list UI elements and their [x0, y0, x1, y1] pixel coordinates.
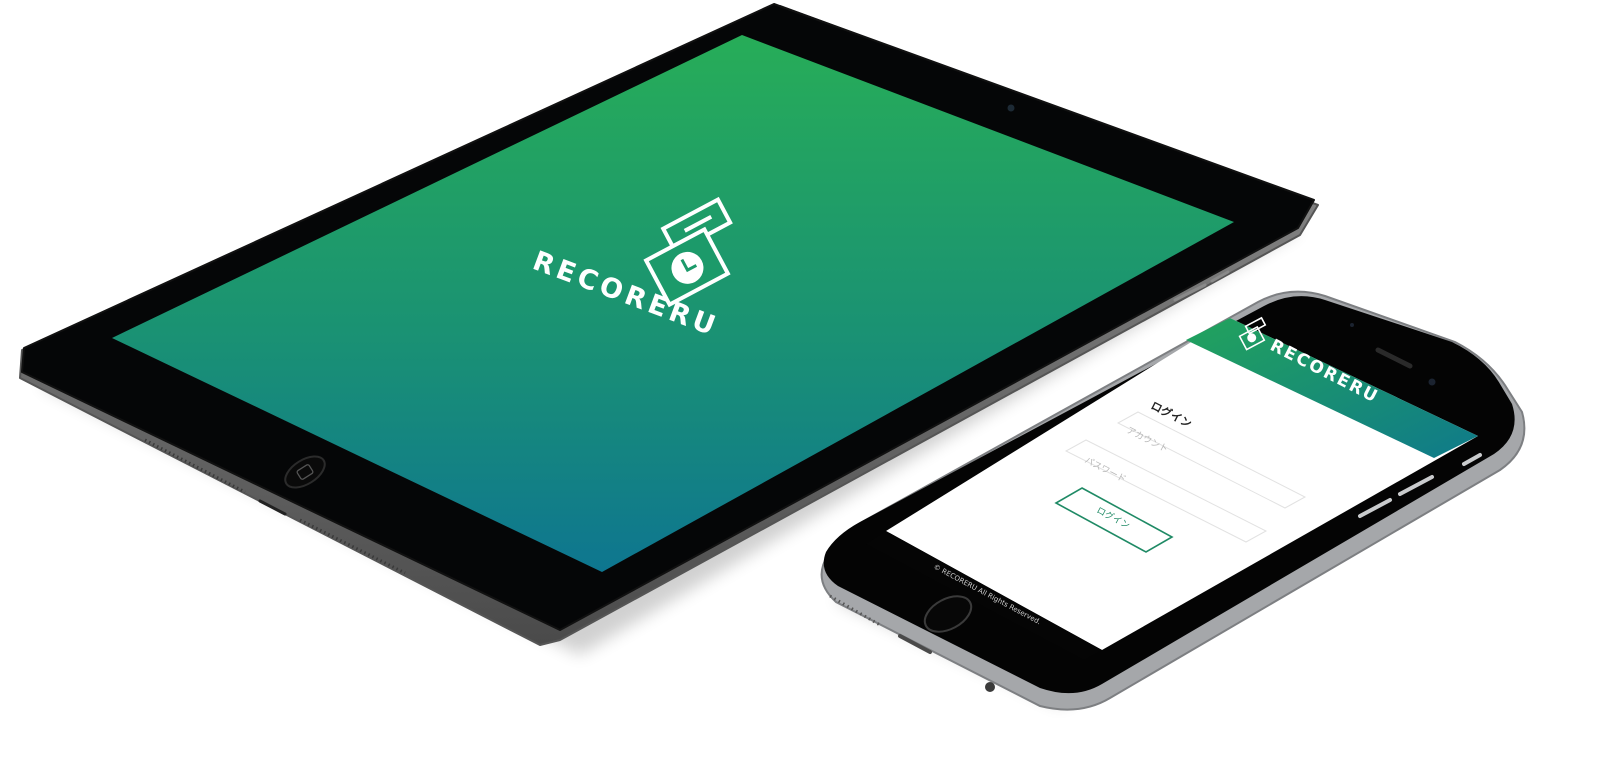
device-mockup: RECORERU RECORERU ログイン アカウント パスワード ログイン … [19, 3, 1526, 711]
device-mockup-scene: RECORERU RECORERU ログイン アカウント パスワード ログイン … [0, 0, 1597, 781]
phone-headphone-jack [985, 682, 995, 692]
phone-camera-icon [1428, 378, 1436, 386]
tablet-camera-icon [1007, 104, 1015, 112]
phone-sensor [1350, 323, 1354, 327]
